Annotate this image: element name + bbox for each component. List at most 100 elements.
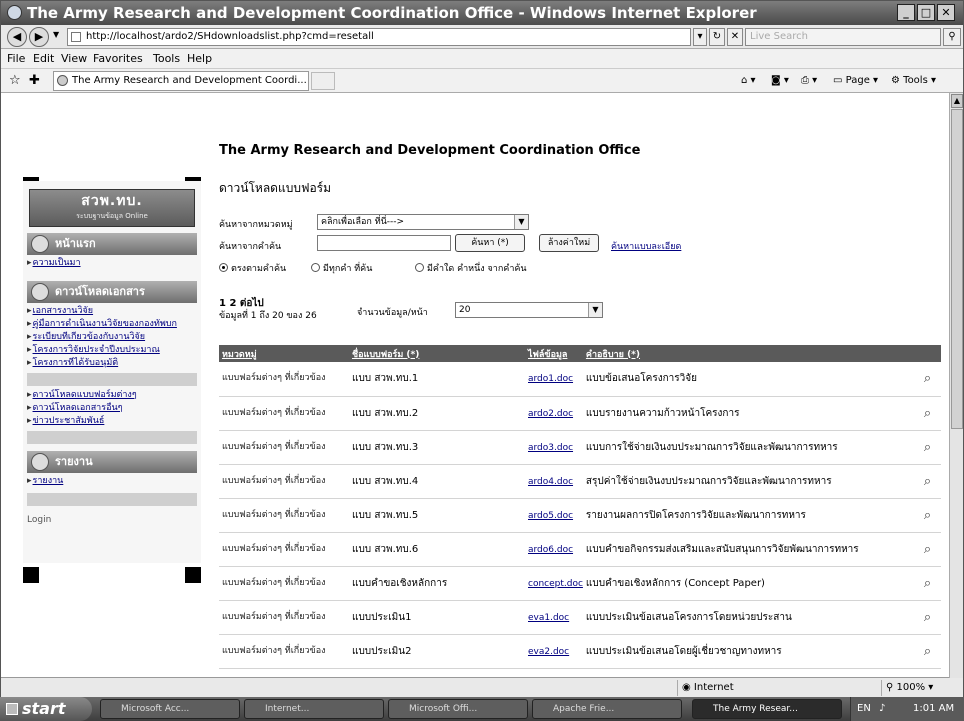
close-icon[interactable]: ✕: [937, 4, 955, 21]
view-cell[interactable]: ⌕: [911, 362, 941, 397]
cell-file[interactable]: ardo6.doc: [525, 532, 583, 567]
radio-exact[interactable]: ตรงตามคำค้น: [219, 261, 286, 275]
magnifier-icon[interactable]: ⌕: [924, 610, 931, 625]
back-icon[interactable]: ◀: [7, 27, 27, 47]
column-header[interactable]: ไฟล์ข้อมูล: [525, 345, 583, 362]
taskbar-item[interactable]: Microsoft Acc...: [100, 699, 240, 719]
view-cell[interactable]: ⌕: [911, 464, 941, 499]
language-indicator[interactable]: EN: [857, 697, 871, 720]
cell-file[interactable]: concept.doc: [525, 566, 583, 601]
category-select[interactable]: คลิกเพื่อเลือก ที่นี่---> ▼: [317, 214, 529, 230]
sidebar-item-history[interactable]: ความเป็นมา: [27, 257, 197, 270]
magnifier-icon[interactable]: ⌕: [924, 644, 931, 659]
add-favorite-icon[interactable]: ✚: [29, 69, 40, 92]
menu-help[interactable]: Help: [187, 49, 212, 68]
magnifier-icon[interactable]: ⌕: [924, 508, 931, 523]
feeds-icon[interactable]: ◙ ▾: [771, 69, 789, 92]
scroll-thumb[interactable]: [951, 109, 963, 429]
view-cell[interactable]: ⌕: [911, 634, 941, 669]
search-button[interactable]: ค้นหา (*): [455, 234, 525, 252]
taskbar-item[interactable]: Microsoft Offi...: [388, 699, 528, 719]
file-link[interactable]: ardo5.doc: [528, 511, 573, 521]
column-header[interactable]: หมวดหมู่: [219, 345, 349, 362]
per-page-select[interactable]: 20 ▼: [455, 302, 603, 318]
file-link[interactable]: ardo4.doc: [528, 477, 573, 487]
keyword-input[interactable]: [317, 235, 451, 251]
taskbar-item-active[interactable]: The Army Resear...: [692, 699, 842, 719]
section-documents[interactable]: ดาวน์โหลดเอกสาร: [27, 281, 197, 303]
file-link[interactable]: ardo2.doc: [528, 409, 573, 419]
stop-icon[interactable]: ✕: [727, 28, 743, 46]
home-icon[interactable]: ⌂ ▾: [741, 69, 756, 92]
address-field[interactable]: http://localhost/ardo2/SHdownloadslist.p…: [67, 28, 691, 46]
file-link[interactable]: concept.doc: [528, 579, 583, 589]
zoom-control[interactable]: ⚲ 100% ▾: [881, 680, 951, 696]
cell-file[interactable]: ardo1.doc: [525, 362, 583, 397]
magnifier-icon[interactable]: ⌕: [924, 542, 931, 557]
file-link[interactable]: ardo3.doc: [528, 443, 573, 453]
column-header[interactable]: คำอธิบาย (*): [582, 345, 911, 362]
print-icon[interactable]: ⎙ ▾: [801, 69, 817, 92]
file-link[interactable]: ardo6.doc: [528, 545, 573, 555]
view-cell[interactable]: ⌕: [911, 532, 941, 567]
menu-edit[interactable]: Edit: [33, 49, 54, 68]
file-link[interactable]: eva2.doc: [528, 647, 569, 657]
recent-pages-icon[interactable]: ▼: [53, 30, 59, 39]
taskbar-item[interactable]: Internet...: [244, 699, 384, 719]
menu-tools[interactable]: Tools: [153, 49, 180, 68]
file-link[interactable]: ardo1.doc: [528, 374, 573, 384]
taskbar-item[interactable]: Apache Frie...: [532, 699, 682, 719]
radio-any-word[interactable]: มีคำใด คำหนึ่ง จากคำค้น: [415, 261, 527, 275]
cell-file[interactable]: eva2.doc: [525, 634, 583, 669]
sidebar-item-download[interactable]: ดาวน์โหลดเอกสารอื่นๆ: [27, 402, 197, 415]
cell-file[interactable]: ardo3.doc: [525, 430, 583, 465]
advanced-search-link[interactable]: ค้นหาแบบละเอียด: [611, 239, 681, 253]
magnifier-icon[interactable]: ⌕: [924, 371, 931, 386]
sidebar-item-doc[interactable]: ระเบียบที่เกี่ยวข้องกับงานวิจัย: [27, 331, 197, 344]
search-input[interactable]: Live Search: [745, 28, 941, 46]
sidebar-item-download[interactable]: ดาวน์โหลดแบบฟอร์มต่างๆ: [27, 389, 197, 402]
section-report[interactable]: รายงาน: [27, 451, 197, 473]
section-home[interactable]: หน้าแรก: [27, 233, 197, 255]
radio-all-words[interactable]: มีทุกคำ ที่ค้น: [311, 261, 372, 275]
new-tab-button[interactable]: [311, 72, 335, 90]
vertical-scrollbar[interactable]: ▲: [949, 93, 963, 678]
cell-file[interactable]: ardo2.doc: [525, 396, 583, 431]
search-icon[interactable]: ⚲: [943, 28, 961, 46]
magnifier-icon[interactable]: ⌕: [924, 440, 931, 455]
file-link[interactable]: eva1.doc: [528, 613, 569, 623]
menu-favorites[interactable]: Favorites: [93, 49, 143, 68]
view-cell[interactable]: ⌕: [911, 600, 941, 635]
magnifier-icon[interactable]: ⌕: [924, 406, 931, 421]
volume-icon[interactable]: ♪: [879, 697, 885, 720]
sidebar-item-report[interactable]: รายงาน: [27, 475, 197, 488]
start-button[interactable]: start: [0, 697, 92, 721]
scroll-up-icon[interactable]: ▲: [951, 94, 963, 108]
maximize-icon[interactable]: □: [917, 4, 935, 21]
reset-button[interactable]: ล้างค่าใหม่: [539, 234, 599, 252]
refresh-icon[interactable]: ↻: [709, 28, 725, 46]
tab-current[interactable]: The Army Research and Development Coordi…: [53, 71, 309, 91]
login-link[interactable]: Login: [27, 515, 51, 525]
column-header[interactable]: ชื่อแบบฟอร์ม (*): [349, 345, 525, 362]
cell-file[interactable]: eva1.doc: [525, 600, 583, 635]
address-dropdown-icon[interactable]: ▾: [693, 28, 707, 46]
page-menu[interactable]: ▭ Page ▾: [833, 69, 878, 92]
sidebar-item-news[interactable]: ข่าวประชาสัมพันธ์: [27, 415, 197, 428]
view-cell[interactable]: ⌕: [911, 566, 941, 601]
menu-view[interactable]: View: [61, 49, 87, 68]
view-cell[interactable]: ⌕: [911, 498, 941, 533]
magnifier-icon[interactable]: ⌕: [924, 474, 931, 489]
view-cell[interactable]: ⌕: [911, 430, 941, 465]
favorites-star-icon[interactable]: ☆: [9, 69, 21, 92]
forward-icon[interactable]: ▶: [29, 27, 49, 47]
menu-file[interactable]: File: [7, 49, 25, 68]
sidebar-item-doc[interactable]: โครงการวิจัยประจำปีงบประมาณ: [27, 344, 197, 357]
cell-file[interactable]: ardo5.doc: [525, 498, 583, 533]
tools-menu[interactable]: ⚙ Tools ▾: [891, 69, 936, 92]
magnifier-icon[interactable]: ⌕: [924, 576, 931, 591]
minimize-icon[interactable]: _: [897, 4, 915, 21]
sidebar-item-doc[interactable]: เอกสารงานวิจัย: [27, 305, 197, 318]
sidebar-item-doc[interactable]: คู่มือการดำเนินงานวิจัยของกองทัพบก: [27, 318, 197, 331]
cell-file[interactable]: ardo4.doc: [525, 464, 583, 499]
